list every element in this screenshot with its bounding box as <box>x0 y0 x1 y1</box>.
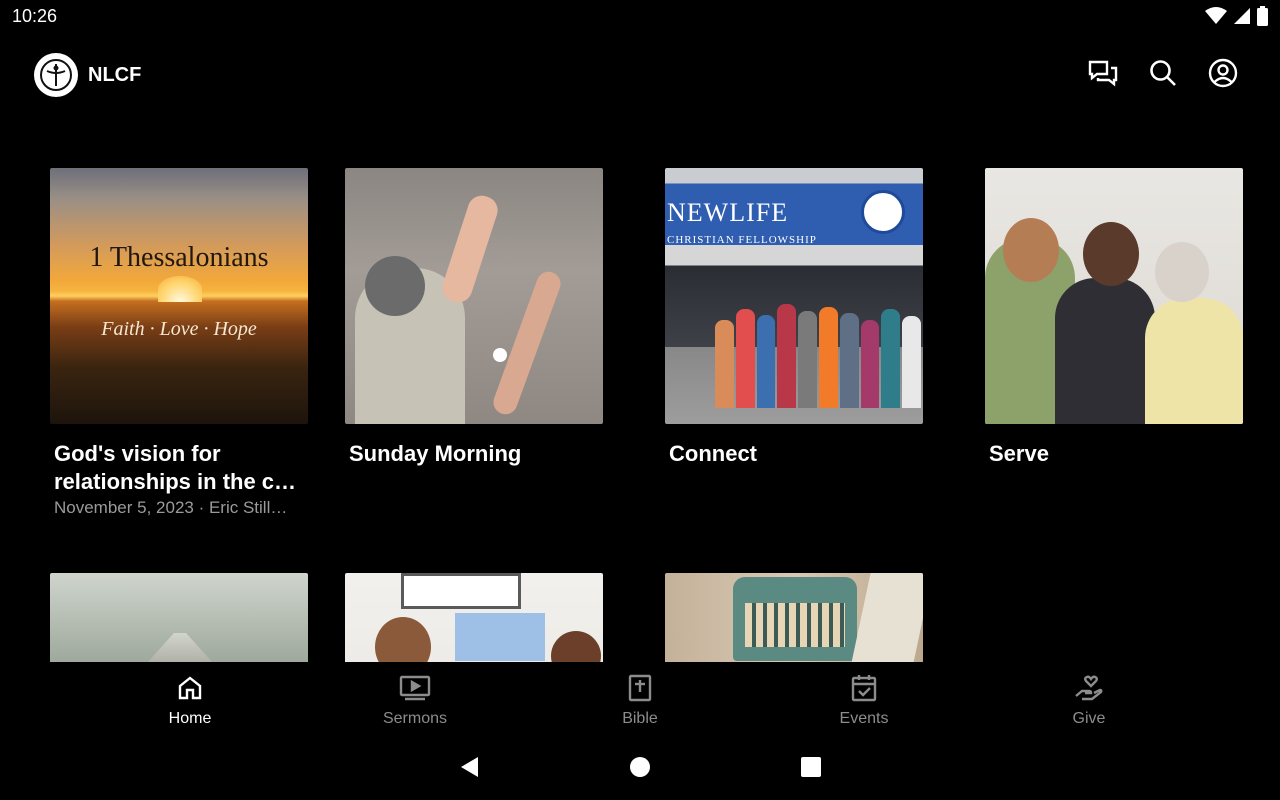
building-sign-name: NEWLIFE <box>667 198 789 227</box>
status-bar: 10:26 <box>0 0 1280 34</box>
card-meta: November 5, 2023 · Eric Still… <box>54 498 288 517</box>
card-title[interactable]: Serve <box>985 440 1243 468</box>
nav-bible[interactable]: Bible <box>580 672 700 728</box>
home-system-button[interactable] <box>625 754 655 784</box>
forest-card[interactable] <box>50 573 308 662</box>
card-thumbnail[interactable] <box>665 573 923 662</box>
typewriter-card[interactable] <box>665 573 923 662</box>
nav-sermons[interactable]: Sermons <box>355 672 475 728</box>
sunday-morning-card[interactable]: Sunday Morning <box>345 168 603 468</box>
signal-icon <box>1233 7 1251 30</box>
card-thumbnail[interactable] <box>985 168 1243 424</box>
nav-label: Give <box>1072 710 1106 727</box>
office-card[interactable] <box>345 573 603 662</box>
back-icon <box>458 755 480 784</box>
status-time: 10:26 <box>12 6 58 26</box>
home-icon <box>130 672 250 704</box>
app-bar: NLCF <box>0 48 1280 104</box>
bottom-navigation: Home Sermons Bible Events Give <box>0 662 1280 738</box>
search-button[interactable] <box>1146 58 1180 92</box>
nav-give[interactable]: Give <box>1029 672 1149 728</box>
system-navigation <box>0 738 1280 800</box>
thumbnail-heading: 1 Thessalonians <box>89 242 269 273</box>
messages-icon <box>1088 59 1118 92</box>
recents-button[interactable] <box>796 754 826 784</box>
messages-button[interactable] <box>1086 58 1120 92</box>
battery-icon <box>1257 6 1268 31</box>
bible-icon <box>580 672 700 704</box>
group-photo <box>715 298 921 408</box>
home-circle-icon <box>629 756 651 783</box>
card-thumbnail[interactable] <box>50 573 308 662</box>
app-bar-actions <box>1086 58 1240 92</box>
serve-card[interactable]: Serve <box>985 168 1243 468</box>
nav-label: Sermons <box>382 710 448 727</box>
home-feed[interactable]: 1 Thessalonians Faith · Love · Hope God'… <box>0 140 1280 662</box>
back-button[interactable] <box>454 754 484 784</box>
nav-label: Bible <box>622 710 658 727</box>
give-icon <box>1029 672 1149 704</box>
card-thumbnail[interactable]: NEWLIFE CHRISTIAN FELLOWSHIP <box>665 168 923 424</box>
sermons-icon <box>355 672 475 704</box>
wifi-icon <box>1205 7 1227 30</box>
account-button[interactable] <box>1206 58 1240 92</box>
card-thumbnail[interactable] <box>345 168 603 424</box>
nav-home[interactable]: Home <box>130 672 250 728</box>
nav-events[interactable]: Events <box>804 672 924 728</box>
card-title[interactable]: Connect <box>665 440 923 468</box>
church-logo[interactable] <box>34 53 78 97</box>
building-sign-logo <box>861 190 905 234</box>
card-thumbnail[interactable] <box>345 573 603 662</box>
card-title[interactable]: Sunday Morning <box>345 440 603 468</box>
status-icons <box>1205 6 1268 31</box>
nav-label: Home <box>168 710 212 727</box>
connect-card[interactable]: NEWLIFE CHRISTIAN FELLOWSHIP Connect <box>665 168 923 468</box>
app-title: NLCF <box>88 64 142 86</box>
search-icon <box>1149 59 1177 92</box>
building-sign-subtitle: CHRISTIAN FELLOWSHIP <box>667 234 817 246</box>
thumbnail-subheading: Faith · Love · Hope <box>101 318 257 340</box>
recents-icon <box>800 756 822 783</box>
card-thumbnail[interactable]: 1 Thessalonians Faith · Love · Hope <box>50 168 308 424</box>
account-icon <box>1208 58 1238 93</box>
events-icon <box>804 672 924 704</box>
sermon-card[interactable]: 1 Thessalonians Faith · Love · Hope God'… <box>50 168 308 518</box>
card-title[interactable]: God's vision for relationships in the c… <box>50 440 308 496</box>
nav-label: Events <box>839 710 889 727</box>
